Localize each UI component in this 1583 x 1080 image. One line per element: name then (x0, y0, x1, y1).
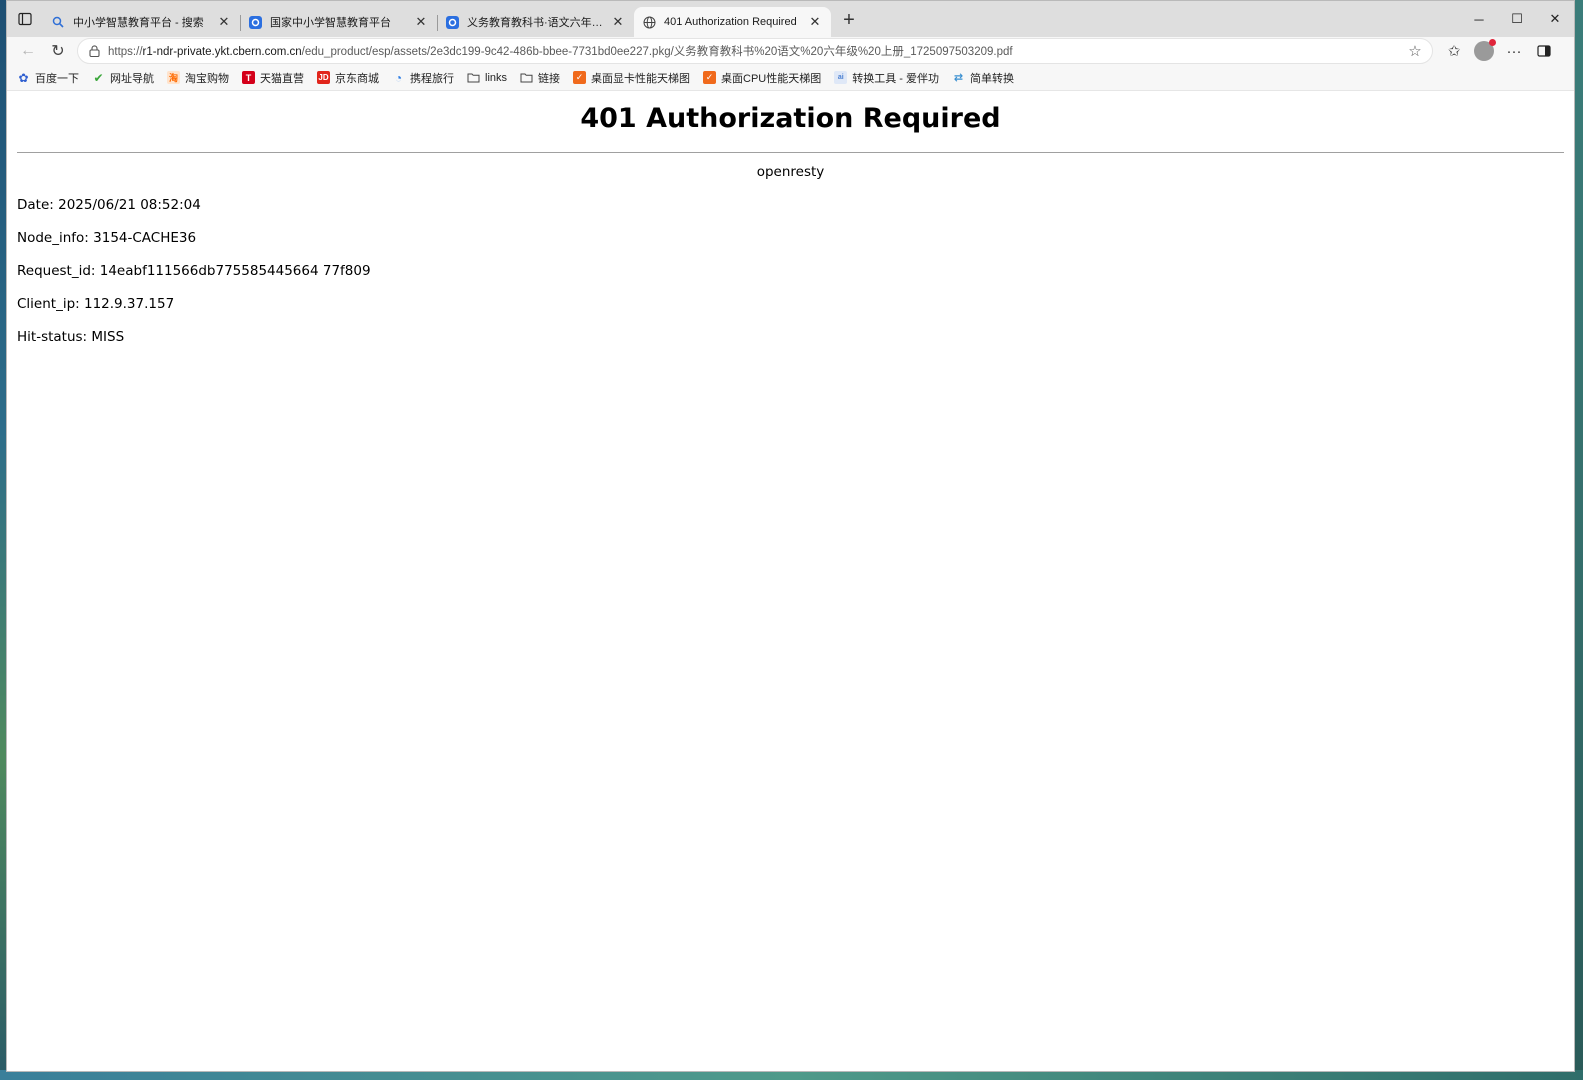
favorites-icon: ✩ (1447, 43, 1461, 60)
taobao-icon: 淘 (167, 71, 180, 84)
favorites-button[interactable]: ✩ (1439, 38, 1469, 64)
tab-platform-home[interactable]: 国家中小学智慧教育平台 ✕ (240, 7, 437, 37)
page-content: 401 Authorization Required openresty Dat… (7, 91, 1574, 1071)
convert-icon: ⇄ (953, 72, 964, 84)
tmall-icon: T (242, 71, 255, 84)
bookmark-label: 转换工具 - 爱伴功 (852, 72, 940, 85)
bookmark-label: 桌面CPU性能天梯图 (721, 72, 822, 85)
bookmark-label: 携程旅行 (410, 72, 454, 85)
bookmark-label: 京东商城 (335, 72, 379, 85)
bookmark-tmall[interactable]: T 天猫直营 (242, 70, 304, 86)
close-icon[interactable]: ✕ (807, 14, 823, 30)
minimize-button[interactable]: ─ (1460, 1, 1498, 37)
url-path: /edu_product/esp/assets/2e3dc199-9c42-48… (301, 46, 1013, 58)
plus-icon: + (843, 8, 855, 31)
tab-strip: 中小学智慧教育平台 - 搜索 ✕ 国家中小学智慧教育平台 ✕ 义务教育教科书·语… (7, 1, 1574, 37)
back-button[interactable]: ← (13, 38, 43, 64)
info-node: Node_info: 3154-CACHE36 (17, 230, 197, 246)
baidu-icon: ✿ (18, 70, 29, 85)
divider (17, 152, 1564, 153)
tab-title: 国家中小学智慧教育平台 (270, 17, 391, 29)
bookmark-label: links (485, 71, 508, 84)
address-bar[interactable]: https://r1-ndr-private.ykt.cbern.com.cn/… (77, 38, 1433, 64)
folder-icon (520, 71, 533, 84)
bookmark-folder-lianjie[interactable]: 链接 (520, 70, 560, 86)
orange-shield-icon: ✓ (573, 71, 587, 84)
toolbar-right: ✩ ··· (1439, 38, 1559, 64)
jd-icon: JD (317, 71, 330, 84)
tab-actions-button[interactable] (7, 1, 43, 37)
bookmark-label: 百度一下 (35, 72, 79, 85)
window-controls: ─ ☐ ✕ (1460, 1, 1574, 37)
url-text[interactable]: https://r1-ndr-private.ykt.cbern.com.cn/… (108, 43, 1406, 59)
new-tab-button[interactable]: + (835, 6, 863, 34)
ctrip-icon: ◔ (394, 70, 403, 85)
folder-icon (467, 71, 480, 84)
bookmark-gpu-ranking[interactable]: ✓ 桌面显卡性能天梯图 (573, 70, 690, 86)
arrow-left-icon: ← (20, 42, 36, 59)
lock-icon (86, 43, 102, 59)
close-window-button[interactable]: ✕ (1536, 1, 1574, 37)
search-icon (51, 15, 65, 29)
info-client-ip: Client_ip: 112.9.37.157 (17, 296, 175, 312)
bookmark-label: 链接 (538, 72, 561, 85)
tab-search[interactable]: 中小学智慧教育平台 - 搜索 ✕ (43, 7, 240, 37)
tab-textbook[interactable]: 义务教育教科书·语文六年级上册 ✕ (437, 7, 634, 37)
bookmark-cpu-ranking[interactable]: ✓ 桌面CPU性能天梯图 (703, 70, 821, 86)
close-icon[interactable]: ✕ (610, 14, 626, 30)
bookmark-jd[interactable]: JD 京东商城 (317, 70, 379, 86)
bookmarks-bar: ✿ 百度一下 ✔ 网址导航 淘 淘宝购物 T 天猫直营 JD 京东商城 ◔ 携程… (7, 65, 1574, 91)
server-name: openresty (756, 164, 825, 180)
url-scheme: https:// (108, 46, 143, 58)
hao123-icon: ✔ (93, 70, 104, 85)
info-date: Date: 2025/06/21 08:52:04 (17, 197, 201, 213)
profile-button[interactable] (1469, 38, 1499, 64)
tool-icon: ai (834, 71, 848, 84)
close-icon: ✕ (1549, 11, 1561, 26)
navigation-toolbar: ← ↻ https://r1-ndr-private.ykt.cbern.com… (7, 37, 1574, 65)
bookmark-convert-tool[interactable]: ai 转换工具 - 爱伴功 (834, 70, 939, 86)
desktop-background-right (1575, 0, 1583, 1080)
tab-title: 中小学智慧教育平台 - 搜索 (73, 17, 204, 29)
close-icon[interactable]: ✕ (216, 14, 232, 30)
maximize-icon: ☐ (1511, 11, 1523, 26)
info-hit-status: Hit-status: MISS (17, 329, 125, 345)
globe-icon (642, 15, 656, 29)
reload-button[interactable]: ↻ (43, 38, 73, 64)
bookmark-label: 简单转换 (970, 72, 1015, 85)
bookmark-ctrip[interactable]: ◔ 携程旅行 (392, 70, 454, 86)
bookmark-label: 淘宝购物 (185, 72, 229, 85)
star-icon: ☆ (1408, 43, 1422, 60)
error-heading: 401 Authorization Required (580, 103, 1001, 134)
bookmark-hao123[interactable]: ✔ 网址导航 (92, 70, 154, 86)
close-icon[interactable]: ✕ (413, 14, 429, 30)
bookmark-label: 网址导航 (110, 72, 154, 85)
site-logo-icon (445, 15, 459, 29)
bookmark-label: 天猫直营 (260, 72, 304, 85)
url-host: r1-ndr-private.ykt.cbern.com.cn (142, 46, 302, 58)
favorite-star-button[interactable]: ☆ (1406, 42, 1424, 60)
orange-shield-icon: ✓ (703, 71, 717, 84)
maximize-button[interactable]: ☐ (1498, 1, 1536, 37)
tab-title: 义务教育教科书·语文六年级上册 (467, 17, 610, 29)
bookmark-label: 桌面显卡性能天梯图 (591, 72, 691, 85)
minimize-icon: ─ (1474, 11, 1484, 27)
sidebar-icon (1537, 45, 1551, 57)
site-logo-icon (248, 15, 262, 29)
info-request-id: Request_id: 14eabf111566db775585445664 7… (17, 263, 371, 279)
ellipsis-icon: ··· (1506, 42, 1522, 60)
tab-401-error[interactable]: 401 Authorization Required ✕ (634, 7, 831, 37)
tab-actions-icon (18, 12, 32, 26)
bookmark-folder-links[interactable]: links (467, 71, 507, 84)
more-menu-button[interactable]: ··· (1499, 38, 1529, 64)
browser-window: 中小学智慧教育平台 - 搜索 ✕ 国家中小学智慧教育平台 ✕ 义务教育教科书·语… (6, 0, 1575, 1072)
sidebar-toggle-button[interactable] (1529, 38, 1559, 64)
bookmark-simple-convert[interactable]: ⇄ 简单转换 (952, 70, 1014, 86)
bookmark-baidu[interactable]: ✿ 百度一下 (17, 70, 79, 86)
bookmark-taobao[interactable]: 淘 淘宝购物 (167, 70, 229, 86)
reload-icon: ↻ (51, 43, 65, 60)
avatar (1474, 39, 1496, 61)
tab-title: 401 Authorization Required (664, 16, 797, 28)
